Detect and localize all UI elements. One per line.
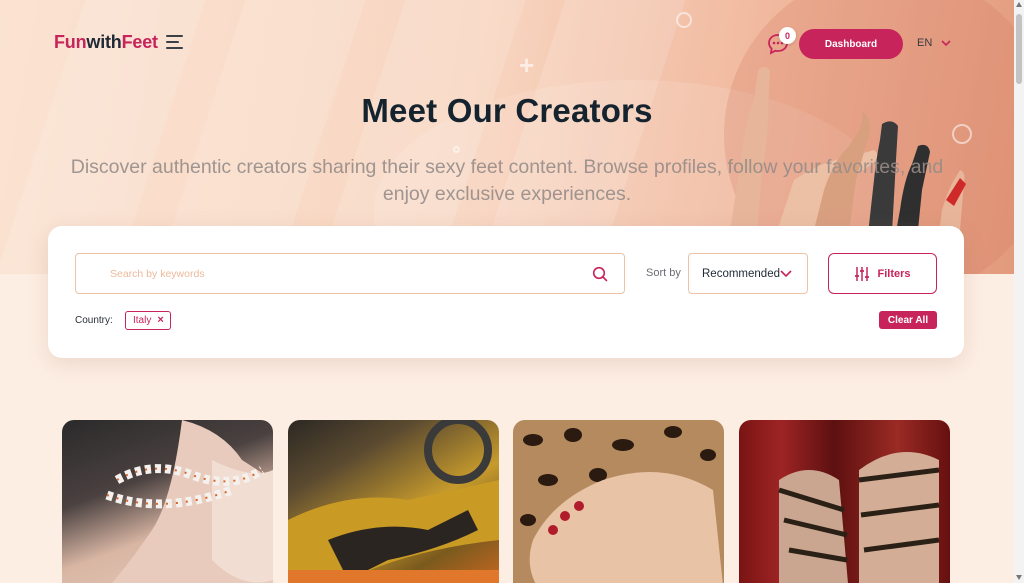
chevron-down-icon: [941, 39, 951, 46]
notification-badge: 0: [779, 27, 796, 44]
filters-label: Filters: [877, 267, 911, 280]
page-scrollbar[interactable]: [1014, 0, 1024, 583]
page-title: Meet Our Creators: [361, 92, 653, 129]
creator-card[interactable]: [513, 420, 724, 583]
creator-card[interactable]: [739, 420, 950, 583]
scroll-up-arrow-icon[interactable]: [1016, 2, 1022, 7]
creator-photo-sandals-red-curtain: [778, 452, 940, 583]
hamburger-menu-icon[interactable]: [166, 35, 183, 49]
sort-value: Recommended: [702, 267, 780, 280]
language-selector[interactable]: EN: [917, 37, 951, 49]
sort-dropdown[interactable]: Recommended: [688, 253, 808, 294]
sliders-icon: [855, 266, 870, 281]
creator-photo-rope-feet: [105, 420, 273, 583]
creator-card[interactable]: [62, 420, 273, 583]
clear-all-button[interactable]: Clear All: [879, 311, 937, 329]
logo-part-feet: Feet: [121, 32, 158, 52]
creator-photo-leopard-feet: [520, 426, 723, 583]
country-filter-label: Country:: [75, 315, 113, 326]
logo-part-fun: Fun: [54, 32, 87, 52]
creator-card[interactable]: [288, 420, 499, 583]
scrollbar-thumb[interactable]: [1016, 14, 1022, 84]
sort-label: Sort by: [646, 267, 681, 279]
deco-circle: [453, 146, 460, 153]
logo-part-with: with: [86, 32, 122, 52]
page-subtitle: Discover authentic creators sharing thei…: [70, 156, 944, 205]
site-logo[interactable]: FunwithFeet: [54, 32, 158, 53]
search-filter-card: Sort by Recommended Filters Country: Ita…: [48, 226, 964, 358]
close-icon[interactable]: ×: [157, 315, 163, 326]
search-icon[interactable]: [592, 266, 608, 282]
country-chip-label: Italy: [133, 315, 152, 326]
filters-button[interactable]: Filters: [828, 253, 937, 294]
search-input[interactable]: [76, 254, 624, 293]
scroll-down-arrow-icon[interactable]: [1016, 575, 1022, 580]
search-field: [75, 253, 625, 294]
creator-photo-car-stockings: [288, 420, 499, 583]
deco-circle: [676, 12, 692, 28]
deco-plus: +: [519, 50, 535, 80]
country-chip[interactable]: Italy ×: [125, 311, 171, 330]
language-label: EN: [917, 37, 933, 49]
chevron-down-icon: [780, 270, 792, 278]
dashboard-button[interactable]: Dashboard: [799, 29, 903, 59]
